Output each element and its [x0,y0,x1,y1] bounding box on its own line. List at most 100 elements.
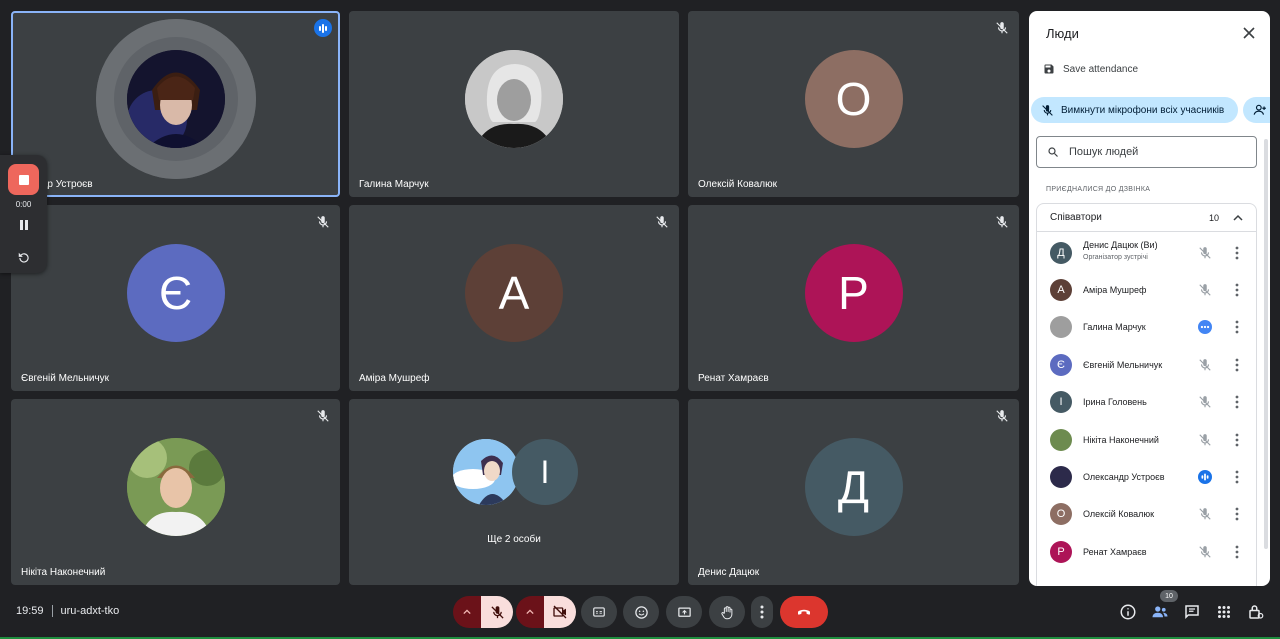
mic-off-icon[interactable] [1198,433,1212,447]
participant-row[interactable]: Нікіта Наконечний [1037,421,1256,458]
captions-button[interactable] [581,596,617,628]
speaking-indicator-icon [314,19,332,37]
camera-toggle-button[interactable] [544,596,576,628]
divider [51,605,53,617]
avatar: Р [804,244,903,342]
avatar-initial: А [1057,283,1065,296]
participant-tile-halyna[interactable]: Галина Марчук [349,11,679,197]
participant-name: Ірина Головень [1083,397,1147,408]
avatar: І [1050,391,1072,414]
participant-name: Аміра Мушреф [1083,284,1147,295]
more-vert-icon[interactable] [1233,320,1241,334]
add-person-icon [1253,104,1266,115]
avatar: А [465,244,563,342]
participant-row[interactable]: І Ірина Головень [1037,384,1256,421]
chat-icon[interactable] [1183,603,1201,621]
mic-options-button[interactable] [453,596,481,628]
more-vert-icon[interactable] [1233,358,1241,372]
participant-name: Денис Дацюк [698,567,760,578]
participant-name: Галина Марчук [359,179,429,190]
participant-name: Олександр Устроєв [1083,471,1165,482]
avatar-initial: І [540,453,550,490]
save-attendance-button[interactable]: Save attendance [1043,63,1138,75]
mic-off-icon [317,410,329,422]
avatar-initial: А [498,267,530,319]
photo-avatar-image [465,50,563,148]
camera-off-icon [553,605,567,619]
group-name: Співавтори [1050,212,1102,223]
more-options-button[interactable] [751,596,773,628]
more-vert-icon[interactable] [1233,545,1241,559]
captions-icon [593,607,605,617]
avatar: І [512,439,578,505]
mic-off-icon[interactable] [1198,507,1212,521]
close-icon[interactable] [1242,26,1256,40]
mic-off-icon[interactable] [1198,358,1212,372]
more-vert-icon[interactable] [1233,507,1241,521]
mic-off-icon[interactable] [1198,545,1212,559]
reactions-button[interactable] [623,596,659,628]
present-screen-icon [677,607,691,617]
mic-off-icon [656,216,668,228]
mic-off-icon[interactable] [1198,395,1212,409]
meeting-details-icon[interactable] [1119,603,1137,621]
avatar-initial: Є [1057,358,1065,371]
participant-name: Олексій Ковалюк [1083,509,1155,520]
participant-row[interactable]: Д Денис Дацюк (Ви) Організатор зустрічі [1037,234,1256,271]
raise-hand-button[interactable] [709,596,745,628]
panel-scrollbar[interactable] [1264,139,1268,549]
more-vert-icon[interactable] [1233,470,1241,484]
more-participants-tile[interactable]: І Ще 2 особи [349,399,679,585]
recording-widget: 0:00 [0,155,47,273]
participant-row[interactable]: Р Ренат Хамраєв [1037,533,1256,570]
more-vert-icon[interactable] [1233,283,1241,297]
participant-tile-nikita[interactable]: Нікіта Наконечний [11,399,340,585]
save-icon [1044,64,1054,74]
participant-tile-denys[interactable]: Д Денис Дацюк [688,399,1019,585]
mic-off-icon[interactable] [1198,246,1212,260]
add-people-button[interactable] [1243,97,1270,123]
camera-options-button[interactable] [516,596,544,628]
participant-tile-oleksii[interactable]: О Олексій Ковалюк [688,11,1019,197]
avatar: Д [804,438,903,536]
speaking-indicator-icon [1198,469,1212,484]
leave-call-button[interactable] [780,596,828,628]
activities-icon[interactable] [1215,603,1233,621]
participant-tile-oleksandr[interactable]: ксандр Устроєв [11,11,340,197]
mic-off-icon [996,216,1008,228]
pause-icon[interactable] [18,219,30,231]
microphone-toggle-button[interactable] [481,596,513,628]
avatar-initial: Д [837,461,870,513]
mute-all-button[interactable]: Вимкнути мікрофони всіх учасників [1031,97,1239,123]
avatar-initial: Р [838,267,869,319]
hang-up-icon [798,609,810,615]
chevron-up-icon[interactable] [1233,213,1243,223]
meeting-info: 19:59 uru-adxt-tko [16,605,119,617]
avatar-initial: О [1056,508,1066,521]
avatar [126,438,225,536]
participant-row[interactable]: О Олексій Ковалюк [1037,496,1256,533]
camera-control [516,596,576,628]
video-grid: ксандр Устроєв Галина Марчук О Олексій К… [11,11,1019,586]
participant-tile-renat[interactable]: Р Ренат Хамраєв [688,205,1019,391]
participant-row[interactable]: Олександр Устроєв [1037,458,1256,495]
group-header[interactable]: Співавтори 10 [1037,204,1256,232]
avatar: Є [126,244,225,342]
participant-row[interactable]: А Аміра Мушреф [1037,271,1256,308]
host-controls-icon[interactable] [1247,603,1265,621]
stop-recording-button[interactable] [8,164,39,195]
participant-row[interactable]: Галина Марчук [1037,309,1256,346]
present-screen-button[interactable] [666,596,702,628]
avatar: О [804,50,903,148]
more-vert-icon[interactable] [1233,395,1241,409]
mic-off-icon[interactable] [1198,283,1212,297]
people-icon[interactable] [1151,603,1169,621]
participant-tile-amira[interactable]: А Аміра Мушреф [349,205,679,391]
more-vert-icon[interactable] [1233,246,1241,260]
participant-row[interactable]: Є Євгеній Мельничук [1037,346,1256,383]
participant-tile-yevhenii[interactable]: Є Євгеній Мельничук [11,205,340,391]
restart-icon[interactable] [17,251,31,265]
chevron-up-icon [463,609,471,615]
search-people-input[interactable]: Пошук людей [1036,136,1257,168]
more-vert-icon[interactable] [1233,433,1241,447]
